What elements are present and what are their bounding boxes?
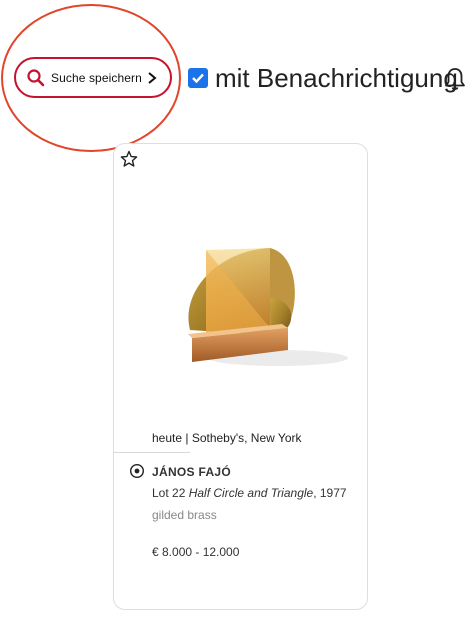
artwork-title: Half Circle and Triangle	[188, 486, 314, 500]
notification-checkbox[interactable]	[188, 68, 208, 88]
card-divider	[114, 452, 190, 453]
chevron-right-icon	[148, 72, 157, 84]
save-search-button[interactable]: Suche speichern	[14, 57, 172, 98]
save-search-label: Suche speichern	[51, 71, 142, 85]
auction-date-venue: heute | Sotheby's, New York	[152, 431, 302, 445]
artwork-material: gilded brass	[152, 508, 217, 522]
lot-number: Lot 22	[152, 486, 186, 500]
artist-name[interactable]: JÁNOS FAJÓ	[152, 465, 231, 479]
checkmark-icon	[192, 73, 204, 84]
star-icon[interactable]	[120, 150, 138, 168]
lot-card[interactable]	[113, 143, 368, 610]
price-estimate: € 8.000 - 12.000	[152, 545, 240, 559]
artwork-year: , 1977	[313, 486, 347, 500]
artwork-image[interactable]	[180, 240, 350, 375]
target-icon	[129, 463, 145, 479]
bell-icon[interactable]	[443, 66, 467, 92]
search-icon	[27, 69, 45, 87]
notification-label: mit Benachrichtigung	[215, 63, 458, 93]
lot-line: Lot 22 Half Circle and Triangle, 1977	[152, 486, 347, 500]
